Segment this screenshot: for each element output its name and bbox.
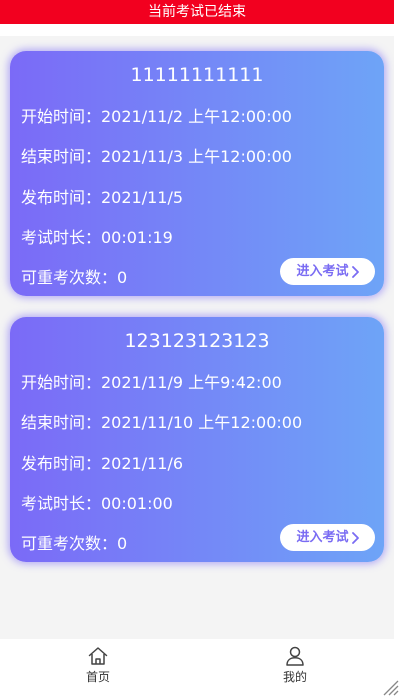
exam-end-time: 结束时间：2021/11/10 上午12:00:00	[21, 413, 303, 432]
exam-start-time: 开始时间：2021/11/9 上午9:42:00	[21, 373, 282, 392]
exam-end-time: 结束时间：2021/11/3 上午12:00:00	[21, 147, 292, 166]
exam-duration: 考试时长：00:01:19	[21, 228, 173, 247]
enter-exam-label: 进入考试	[296, 530, 349, 545]
home-icon	[87, 645, 109, 667]
scrollbar-track[interactable]	[394, 0, 401, 698]
tab-mine[interactable]: 我的	[265, 645, 325, 689]
exam-title: 11111111111	[130, 64, 264, 86]
exam-list-page: 当前考试已结束 11111111111 开始时间：2021/11/2 上午12:…	[0, 0, 394, 698]
exam-card: 123123123123 开始时间：2021/11/9 上午9:42:00 结束…	[10, 317, 384, 562]
exam-retake-count: 可重考次数：0	[21, 534, 128, 553]
tab-mine-label: 我的	[282, 670, 307, 684]
chevron-right-icon	[351, 531, 359, 544]
bottom-tab-bar: 首页 我的	[0, 639, 394, 698]
banner-text: 当前考试已结束	[148, 4, 246, 20]
exam-duration: 考试时长：00:01:00	[21, 494, 173, 513]
exam-ended-banner: 当前考试已结束	[0, 0, 394, 24]
exam-start-time: 开始时间：2021/11/2 上午12:00:00	[21, 107, 292, 126]
tab-home[interactable]: 首页	[68, 645, 128, 689]
exam-publish-time: 发布时间：2021/11/5	[21, 188, 184, 207]
chevron-right-icon	[351, 265, 359, 278]
exam-card: 11111111111 开始时间：2021/11/2 上午12:00:00 结束…	[10, 51, 384, 296]
banner-spacer	[0, 24, 394, 36]
enter-exam-button[interactable]: 进入考试	[280, 258, 375, 285]
tab-home-label: 首页	[85, 670, 110, 684]
user-icon	[284, 645, 306, 667]
exam-title: 123123123123	[124, 330, 270, 352]
enter-exam-label: 进入考试	[296, 264, 349, 279]
enter-exam-button[interactable]: 进入考试	[280, 524, 375, 551]
resize-grip-icon[interactable]	[381, 678, 399, 696]
exam-retake-count: 可重考次数：0	[21, 268, 128, 287]
exam-publish-time: 发布时间：2021/11/6	[21, 454, 184, 473]
